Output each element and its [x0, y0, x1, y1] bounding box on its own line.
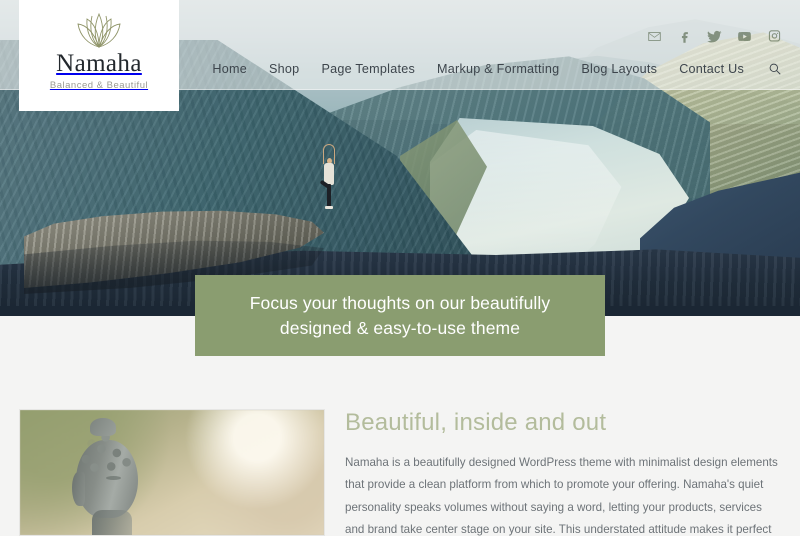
logo-name: Namaha — [56, 50, 142, 77]
buddha-eye — [106, 476, 121, 480]
lotus-icon — [77, 12, 121, 48]
social-links — [647, 29, 782, 44]
site-logo[interactable]: Namaha Balanced & Beautiful — [19, 0, 179, 111]
buddha-statue — [66, 418, 152, 535]
buddha-ear — [72, 472, 85, 506]
nav-item-page-templates[interactable]: Page Templates — [321, 62, 415, 76]
nav-item-blog-layouts[interactable]: Blog Layouts — [581, 62, 657, 76]
page-root: Namaha Balanced & Beautiful Home Shop Pa… — [0, 0, 800, 536]
feature-image-buddha — [19, 409, 325, 536]
figure-foot — [325, 206, 333, 209]
search-icon[interactable] — [768, 62, 782, 76]
nav-item-contact-us[interactable]: Contact Us — [679, 62, 744, 76]
twitter-icon[interactable] — [707, 29, 722, 44]
nav-item-shop[interactable]: Shop — [269, 62, 299, 76]
nav-item-home[interactable]: Home — [212, 62, 247, 76]
nav-item-markup-formatting[interactable]: Markup & Formatting — [437, 62, 559, 76]
hero-yoga-figure — [318, 144, 340, 210]
content-heading: Beautiful, inside and out — [345, 409, 607, 436]
email-icon[interactable] — [647, 29, 662, 44]
content-text-column: Beautiful, inside and out Namaha is a be… — [345, 356, 781, 536]
main-navigation: Home Shop Page Templates Markup & Format… — [212, 62, 782, 76]
youtube-icon[interactable] — [737, 29, 752, 44]
logo-tagline: Balanced & Beautiful — [49, 80, 149, 92]
instagram-icon[interactable] — [767, 29, 782, 44]
content-section: Beautiful, inside and out Namaha is a be… — [0, 356, 800, 536]
buddha-ushnisha — [90, 418, 116, 436]
facebook-icon[interactable] — [677, 29, 692, 44]
hero-caption-box: Focus your thoughts on our beautifully d… — [195, 275, 605, 356]
hero-caption-text: Focus your thoughts on our beautifully d… — [249, 292, 551, 338]
content-paragraph-1: Namaha is a beautifully designed WordPre… — [345, 456, 778, 536]
buddha-neck — [92, 510, 132, 535]
